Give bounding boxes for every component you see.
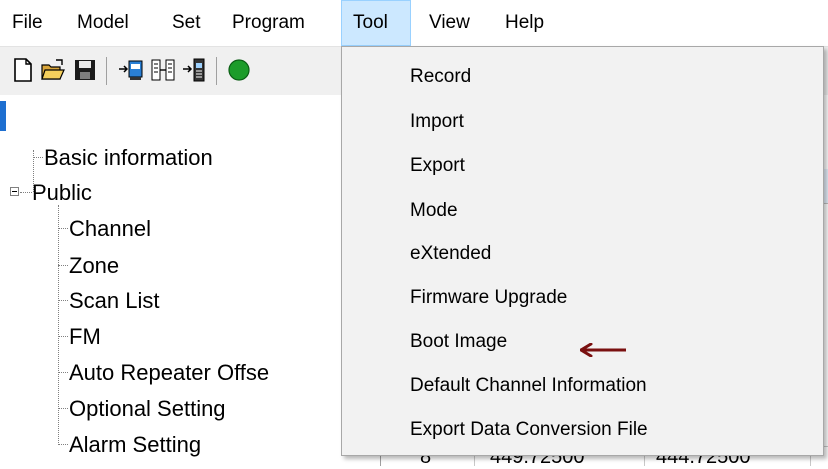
read-from-radio-icon[interactable]: [118, 57, 144, 83]
menu-item-extended[interactable]: eXtended: [410, 243, 491, 265]
tree-line: [58, 408, 68, 409]
tree-item-fm[interactable]: FM: [69, 324, 101, 350]
tree-line: [58, 205, 59, 445]
tree-line: [33, 157, 43, 158]
menu-program[interactable]: Program: [232, 0, 305, 46]
write-to-radio-icon[interactable]: [182, 57, 208, 83]
menu-view[interactable]: View: [429, 0, 470, 46]
tree-item-optional-setting[interactable]: Optional Setting: [69, 396, 226, 422]
toolbar-separator: [216, 57, 217, 85]
tree-line: [58, 265, 68, 266]
menu-help[interactable]: Help: [505, 0, 544, 46]
tree-line: [58, 228, 68, 229]
tree-item-scan-list[interactable]: Scan List: [69, 288, 160, 314]
menu-file[interactable]: File: [12, 0, 43, 46]
collapse-toggle-icon[interactable]: [10, 187, 19, 196]
save-icon[interactable]: [72, 57, 98, 83]
menu-item-default-channel-information[interactable]: Default Channel Information: [410, 375, 647, 397]
tree-line: [58, 336, 68, 337]
tree-item-public[interactable]: Public: [32, 180, 92, 206]
menu-item-import[interactable]: Import: [410, 111, 464, 133]
menu-model[interactable]: Model: [77, 0, 129, 46]
menu-item-boot-image[interactable]: Boot Image: [410, 331, 507, 353]
tool-menu-dropdown: Record Import Export Mode eXtended Firmw…: [341, 46, 824, 456]
menu-set[interactable]: Set: [172, 0, 201, 46]
menu-tool[interactable]: Tool: [341, 0, 411, 46]
tree-line: [58, 444, 68, 445]
pane-accent-bar: [0, 101, 6, 131]
tree-item-alarm-setting[interactable]: Alarm Setting: [69, 432, 201, 458]
tree-line: [58, 300, 68, 301]
tree-line: [58, 372, 68, 373]
menu-item-record[interactable]: Record: [410, 66, 471, 88]
tree-item-channel[interactable]: Channel: [69, 216, 151, 242]
menu-item-export[interactable]: Export: [410, 155, 465, 177]
menu-item-export-data-conversion-file[interactable]: Export Data Conversion File: [410, 419, 648, 441]
tree-item-zone[interactable]: Zone: [69, 253, 119, 279]
compare-icon[interactable]: [150, 57, 176, 83]
open-folder-icon[interactable]: [40, 57, 66, 83]
new-file-icon[interactable]: [10, 57, 36, 83]
toolbar-separator: [106, 57, 107, 85]
tree-item-auto-repeater-offset[interactable]: Auto Repeater Offse: [69, 360, 269, 386]
tree-line: [20, 192, 32, 193]
menu-bar: File Model Set Program Tool View Help: [0, 0, 828, 46]
left-arrow-icon: [580, 343, 626, 357]
tree-item-basic-information[interactable]: Basic information: [44, 145, 213, 171]
green-circle-icon[interactable]: [226, 57, 252, 83]
menu-item-firmware-upgrade[interactable]: Firmware Upgrade: [410, 287, 567, 309]
menu-item-mode[interactable]: Mode: [410, 200, 458, 222]
